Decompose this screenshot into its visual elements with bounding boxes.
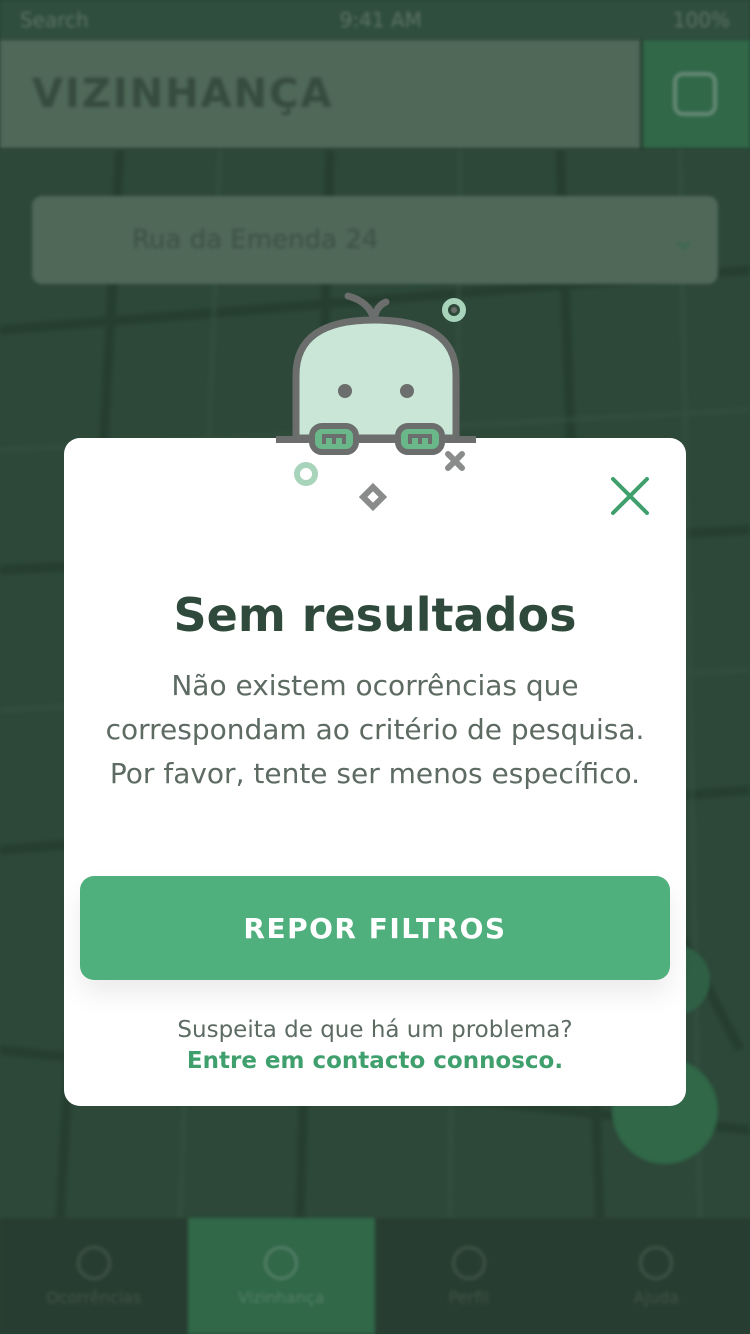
message-line: Não existem ocorrências que [171,669,579,702]
close-icon [611,477,649,515]
mascot-illustration [276,292,476,512]
contact-us-link[interactable]: Entre em contacto connosco. [64,1045,686,1077]
message-line: Por favor, tente ser menos específico. [109,757,641,790]
reset-filters-button[interactable]: REPOR FILTROS [80,876,670,980]
modal-message: Não existem ocorrências que correspondam… [64,664,686,796]
message-line: correspondam ao critério de pesquisa. [105,713,645,746]
close-button[interactable] [608,474,652,518]
modal-title: Sem resultados [173,588,577,642]
help-question: Suspeita de que há um problema? [177,1017,573,1043]
